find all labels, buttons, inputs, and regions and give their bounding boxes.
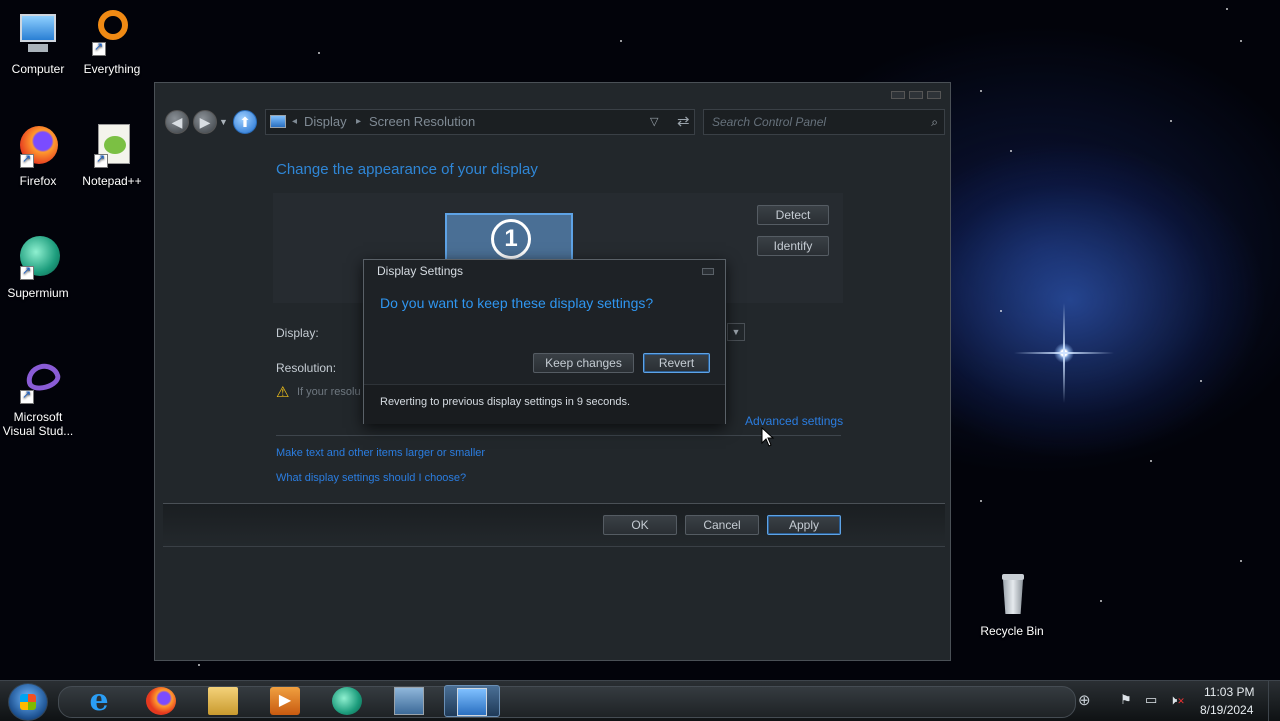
page-title: Change the appearance of your display: [276, 161, 538, 178]
taskbar-file-explorer[interactable]: [196, 685, 252, 717]
everything-icon: [88, 10, 136, 58]
desktop-icon-computer[interactable]: Computer: [0, 10, 76, 76]
breadcrumb-separator-icon: ▸: [356, 116, 362, 127]
recent-pages-arrow-icon[interactable]: ▼: [219, 117, 228, 127]
search-control-panel-input[interactable]: Search Control Panel ⌕: [703, 109, 945, 135]
taskbar-firefox[interactable]: [134, 685, 190, 717]
taskbar-screen-resolution-active[interactable]: [444, 685, 500, 717]
folder-icon: [208, 687, 238, 715]
breadcrumb-display[interactable]: Display: [304, 110, 347, 134]
control-panel-icon: [270, 115, 286, 128]
internet-explorer-icon: e: [89, 683, 109, 718]
display-settings-icon: [457, 688, 487, 716]
desktop-icon-notepadpp[interactable]: Notepad++: [74, 122, 150, 188]
text-size-link[interactable]: Make text and other items larger or smal…: [276, 447, 485, 459]
minimize-button[interactable]: [891, 91, 905, 99]
desktop-icon-supermium[interactable]: Supermium: [0, 234, 76, 300]
apply-button[interactable]: Apply: [767, 515, 841, 535]
revert-button[interactable]: Revert: [643, 353, 710, 373]
forward-button[interactable]: ▶: [193, 110, 217, 134]
dialog-close-button[interactable]: [702, 268, 714, 275]
taskbar-media-player[interactable]: ▶: [258, 685, 314, 717]
windows-logo-icon: [20, 694, 36, 710]
advanced-settings-link[interactable]: Advanced settings: [745, 414, 843, 428]
firefox-icon: [146, 687, 176, 715]
warning-icon: ⚠: [276, 384, 290, 401]
desktop-icon-firefox[interactable]: Firefox: [0, 122, 76, 188]
revert-countdown-text: Reverting to previous display settings i…: [380, 396, 631, 408]
up-button[interactable]: ⬆: [233, 110, 257, 134]
recycle-bin-icon: [988, 572, 1036, 620]
bright-star: [1014, 303, 1114, 403]
network-icon[interactable]: ▭: [1145, 692, 1157, 708]
mouse-cursor-icon: [761, 427, 775, 447]
back-button[interactable]: ◀: [165, 110, 189, 134]
show-desktop-button[interactable]: [1268, 681, 1280, 721]
address-bar[interactable]: ◂ Display ▸ Screen Resolution ▽: [265, 109, 695, 135]
action-center-flag-icon[interactable]: ⚑: [1120, 692, 1132, 708]
show-hidden-icons-icon[interactable]: ⊕: [1078, 691, 1091, 709]
monitor-number: 1: [491, 219, 531, 259]
start-button[interactable]: [8, 683, 48, 721]
taskbar: e ▶ ⊕ ⚑ ▭ 🕨✕ 11:03 PM 8/19/2024: [0, 680, 1280, 721]
keep-changes-button[interactable]: Keep changes: [533, 353, 634, 373]
display-dropdown-arrow-icon[interactable]: ▼: [727, 323, 745, 341]
breadcrumb-screen-resolution[interactable]: Screen Resolution: [369, 110, 475, 134]
clock-time[interactable]: 11:03 PM: [1204, 685, 1254, 699]
dialog-question: Do you want to keep these display settin…: [380, 295, 654, 311]
warning-text: If your resolu: [297, 386, 361, 398]
desktop-icon-visual-studio[interactable]: Microsoft Visual Stud...: [0, 358, 76, 438]
firefox-icon: [14, 122, 62, 170]
notepadpp-icon: [88, 122, 136, 170]
display-settings-dialog: Display Settings Do you want to keep the…: [363, 259, 726, 424]
desktop-icon-recycle-bin[interactable]: Recycle Bin: [974, 572, 1050, 638]
taskbar-supermium[interactable]: [320, 685, 376, 717]
breadcrumb-separator-icon: ◂: [292, 116, 298, 127]
display-settings-help-link[interactable]: What display settings should I choose?: [276, 472, 466, 484]
close-button[interactable]: [927, 91, 941, 99]
media-player-icon: ▶: [270, 687, 300, 715]
identify-button[interactable]: Identify: [757, 236, 829, 256]
control-panel-icon: [394, 687, 424, 715]
clock-date[interactable]: 8/19/2024: [1200, 703, 1253, 717]
divider: [276, 435, 841, 436]
desktop-icon-everything[interactable]: Everything: [74, 10, 150, 76]
navigation-bar: ◀ ▶ ▼ ⬆ ◂ Display ▸ Screen Resolution ▽ …: [163, 105, 945, 139]
computer-icon: [14, 10, 62, 58]
maximize-button[interactable]: [909, 91, 923, 99]
cancel-button[interactable]: Cancel: [685, 515, 759, 535]
search-icon[interactable]: ⌕: [931, 110, 938, 134]
supermium-icon: [332, 687, 362, 715]
taskbar-control-panel[interactable]: [382, 685, 438, 717]
visual-studio-icon: [14, 358, 63, 406]
detect-button[interactable]: Detect: [757, 205, 829, 225]
address-dropdown-icon[interactable]: ▽: [650, 110, 658, 134]
ok-button[interactable]: OK: [603, 515, 677, 535]
dialog-title: Display Settings: [377, 264, 464, 278]
resolution-label: Resolution:: [276, 361, 337, 375]
window-button-bar: OK Cancel Apply: [163, 503, 945, 547]
taskbar-internet-explorer[interactable]: e: [72, 685, 128, 717]
volume-muted-icon[interactable]: 🕨✕: [1169, 692, 1185, 708]
display-label: Display:: [276, 326, 319, 340]
refresh-icon[interactable]: ⇄: [677, 113, 690, 131]
supermium-icon: [14, 234, 62, 282]
